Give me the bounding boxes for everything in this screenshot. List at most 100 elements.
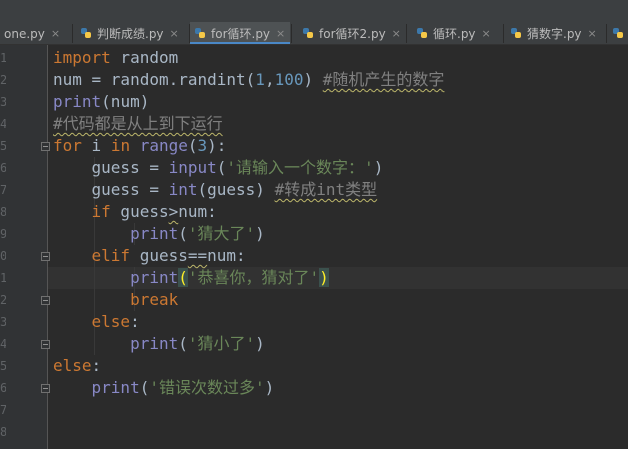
token-text: ( [187,136,198,155]
tab-divider [72,24,73,43]
token-text: ( [178,334,188,353]
code-line: break [53,289,178,311]
tab-one-py[interactable]: one.py × [0,22,70,44]
token-text: ): [207,136,227,155]
python-file-icon [302,27,315,40]
token-keyword: in [110,136,131,155]
code-line: print(num) [53,91,149,113]
token-text: ) [373,158,384,177]
token-number: 3 [197,136,208,155]
token-keyword: else [91,312,131,331]
line-number: 5 [0,359,6,373]
close-icon[interactable]: × [392,27,401,40]
code-line: for i in range(3): [53,135,226,157]
tab-divider [503,24,504,43]
code-line: print('猜小了') [53,333,265,355]
token-text: guess [110,202,169,221]
token-keyword: break [130,290,179,309]
token-comment: #随机产生的数字 [322,70,445,89]
line-number-gutter[interactable]: 1 2 3 4 5 6 7 8 9 0 1 2 3 4 5 6 7 8 [0,45,50,449]
token-builtin: int [168,180,198,199]
token-text: (num) [101,92,150,111]
token-operator: == [187,246,208,265]
python-file-icon [80,27,93,40]
token-number: 1 [255,70,265,89]
tab-label: 猜数字.py [527,27,582,41]
tab-for-xunhuan[interactable]: for循环.py × [190,22,290,44]
python-file-icon [612,27,624,40]
token-text: : [130,312,140,331]
code-line: else: [53,311,140,333]
tab-divider [291,24,292,43]
token-text: , [264,70,275,89]
close-icon[interactable]: × [170,27,179,40]
token-comment: #代码都是从上到下运行 [53,114,223,133]
matched-paren: ) [319,268,329,287]
code-line: elif guess==num: [53,245,246,267]
line-number: 2 [0,73,6,87]
tab-label: for循环2.py [319,27,386,41]
token-builtin: print [130,334,179,353]
token-string: '猜小了' [187,334,256,353]
line-number: 6 [0,381,6,395]
token-keyword: else [53,356,92,375]
tab-overflow[interactable] [608,22,628,44]
token-text: (guess) [197,180,275,199]
code-line: print('错误次数过多') [53,377,275,399]
close-icon[interactable]: × [276,27,285,40]
token-text: ( [178,224,188,243]
token-string: '猜大了' [187,224,256,243]
token-builtin: range [139,136,188,155]
code-line: #代码都是从上到下运行 [53,113,223,135]
close-icon[interactable]: × [588,27,597,40]
token-string: '恭喜你，猜对了' [187,268,320,287]
code-editor[interactable]: import random num = random.randint(1,100… [48,45,628,449]
token-text: ) [303,70,323,89]
line-number: 7 [0,403,6,417]
token-text: ) [255,334,265,353]
editor-tab-bar: one.py × 判断成绩.py × for循环.py × for循环2.py … [0,0,628,45]
line-number: 2 [0,293,6,307]
tab-panduan-chengji[interactable]: 判断成绩.py × [76,22,188,44]
close-icon[interactable]: × [51,27,60,40]
token-builtin: print [91,378,140,397]
tab-for-xunhuan2[interactable]: for循环2.py × [298,22,404,44]
tab-label: 判断成绩.py [97,27,164,41]
line-number: 4 [0,337,6,351]
token-builtin: print [130,268,179,287]
token-text: ) [255,224,265,243]
tab-cai-shuzi[interactable]: 猜数字.py × [506,22,606,44]
line-number: 6 [0,161,6,175]
token-text: num: [178,202,217,221]
token-text: guess = [53,158,169,177]
token-text: guess = [53,180,169,199]
token-text: ( [216,158,227,177]
token-builtin: print [53,92,102,111]
token-keyword: for [53,136,82,155]
token-builtin: print [130,224,179,243]
close-icon[interactable]: × [482,27,491,40]
tab-divider [606,24,607,43]
line-number: 3 [0,95,6,109]
python-file-icon [416,27,429,40]
code-line: guess = int(guess) #转成int类型 [53,179,378,201]
token-text: ) [264,378,275,397]
token-text: num: [207,246,246,265]
token-text: ( [139,378,150,397]
token-string: '请输入一个数字：' [226,158,374,177]
tab-divider [406,24,407,43]
token-keyword: if [91,202,111,221]
token-builtin: input [168,158,217,177]
line-number: 7 [0,183,6,197]
code-line: if guess>num: [53,201,217,223]
tab-xunhuan[interactable]: 循环.py × [412,22,502,44]
tab-label: 循环.py [433,27,476,41]
code-line: else: [53,355,101,377]
